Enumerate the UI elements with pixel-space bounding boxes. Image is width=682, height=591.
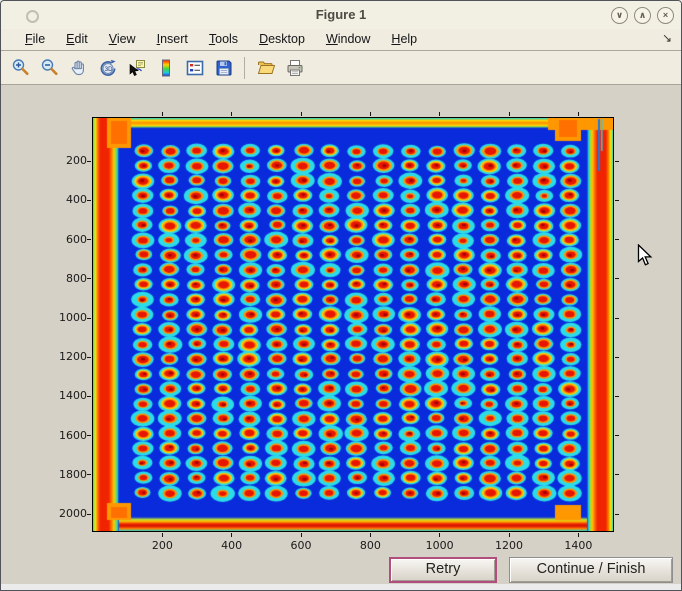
menu-bar: FileEditViewInsertToolsDesktopWindowHelp…: [1, 29, 681, 51]
x-tick-top: [439, 112, 440, 116]
menu-tools[interactable]: Tools: [198, 29, 248, 48]
y-tick-label: 400: [39, 193, 87, 206]
y-tick-right: [615, 200, 619, 201]
x-tick: [509, 533, 510, 537]
pan-icon[interactable]: [66, 56, 91, 80]
y-tick-right: [615, 239, 619, 240]
y-tick-label: 600: [39, 233, 87, 246]
x-tick-label: 1200: [487, 539, 531, 552]
close-button[interactable]: ×: [657, 7, 674, 24]
menu-view[interactable]: View: [98, 29, 146, 48]
svg-text:3D: 3D: [104, 66, 112, 72]
axes-box: [92, 117, 614, 532]
y-tick: [87, 200, 91, 201]
menu-window[interactable]: Window: [315, 29, 380, 48]
x-tick: [370, 533, 371, 537]
y-tick-label: 2000: [39, 507, 87, 520]
y-tick: [87, 318, 91, 319]
x-tick-label: 600: [279, 539, 323, 552]
y-tick-label: 1800: [39, 468, 87, 481]
x-tick-label: 1000: [418, 539, 462, 552]
y-tick: [87, 435, 91, 436]
y-tick-label: 1600: [39, 429, 87, 442]
x-tick-top: [509, 112, 510, 116]
shade-button[interactable]: ∨: [611, 7, 628, 24]
title-bar: Figure 1 ∨ ∧ ×: [1, 1, 681, 29]
toolbar-separator: [244, 57, 245, 79]
figure-window: Figure 1 ∨ ∧ × FileEditViewInsertToolsDesk…: [0, 0, 682, 591]
unshade-button[interactable]: ∧: [634, 7, 651, 24]
y-tick-right: [615, 396, 619, 397]
x-tick-label: 200: [140, 539, 184, 552]
y-tick-right: [615, 318, 619, 319]
x-tick-label: 400: [210, 539, 254, 552]
x-tick: [301, 533, 302, 537]
y-tick: [87, 514, 91, 515]
save-icon[interactable]: [211, 56, 236, 80]
open-folder-icon[interactable]: [253, 56, 278, 80]
y-tick-right: [615, 435, 619, 436]
window-title: Figure 1: [1, 1, 681, 29]
x-tick-label: 800: [348, 539, 392, 552]
y-tick: [87, 161, 91, 162]
figure-toolbar: 3D: [1, 51, 681, 85]
menu-insert[interactable]: Insert: [146, 29, 198, 48]
x-tick-top: [301, 112, 302, 116]
x-tick-label: 1400: [556, 539, 600, 552]
x-tick-top: [231, 112, 232, 116]
menu-overflow-arrow-icon[interactable]: ↘: [662, 31, 672, 45]
menu-file[interactable]: File: [14, 29, 55, 48]
mouse-cursor-icon: [637, 244, 653, 268]
y-tick: [87, 357, 91, 358]
x-tick: [578, 533, 579, 537]
menu-desktop[interactable]: Desktop: [248, 29, 315, 48]
y-tick-label: 200: [39, 154, 87, 167]
x-tick: [439, 533, 440, 537]
y-tick-right: [615, 474, 619, 475]
y-tick-label: 1200: [39, 350, 87, 363]
colorbar-icon[interactable]: [153, 56, 178, 80]
zoom-in-icon[interactable]: [8, 56, 33, 80]
data-cursor-icon[interactable]: [124, 56, 149, 80]
y-tick-label: 1000: [39, 311, 87, 324]
x-tick-top: [578, 112, 579, 116]
menu-edit[interactable]: Edit: [55, 29, 98, 48]
x-tick-top: [162, 112, 163, 116]
zoom-out-icon[interactable]: [37, 56, 62, 80]
window-controls: ∨ ∧ ×: [611, 7, 674, 24]
y-tick-right: [615, 161, 619, 162]
y-tick: [87, 278, 91, 279]
y-tick: [87, 239, 91, 240]
insert-legend-icon[interactable]: [182, 56, 207, 80]
heatmap-image: [93, 118, 613, 531]
menu-items: FileEditViewInsertToolsDesktopWindowHelp: [1, 29, 681, 48]
retry-button[interactable]: Retry: [389, 557, 497, 583]
y-tick-right: [615, 514, 619, 515]
y-tick-right: [615, 278, 619, 279]
y-tick-label: 1400: [39, 389, 87, 402]
x-tick: [162, 533, 163, 537]
y-tick-label: 800: [39, 272, 87, 285]
window-bottom-edge: [1, 584, 681, 590]
y-tick: [87, 396, 91, 397]
y-tick: [87, 474, 91, 475]
rotate-3d-icon[interactable]: 3D: [95, 56, 120, 80]
x-tick-top: [370, 112, 371, 116]
menu-help[interactable]: Help: [380, 29, 427, 48]
window-menu-icon[interactable]: [26, 10, 39, 23]
continue-finish-button[interactable]: Continue / Finish: [509, 557, 673, 583]
print-icon[interactable]: [282, 56, 307, 80]
y-tick-right: [615, 357, 619, 358]
x-tick: [231, 533, 232, 537]
